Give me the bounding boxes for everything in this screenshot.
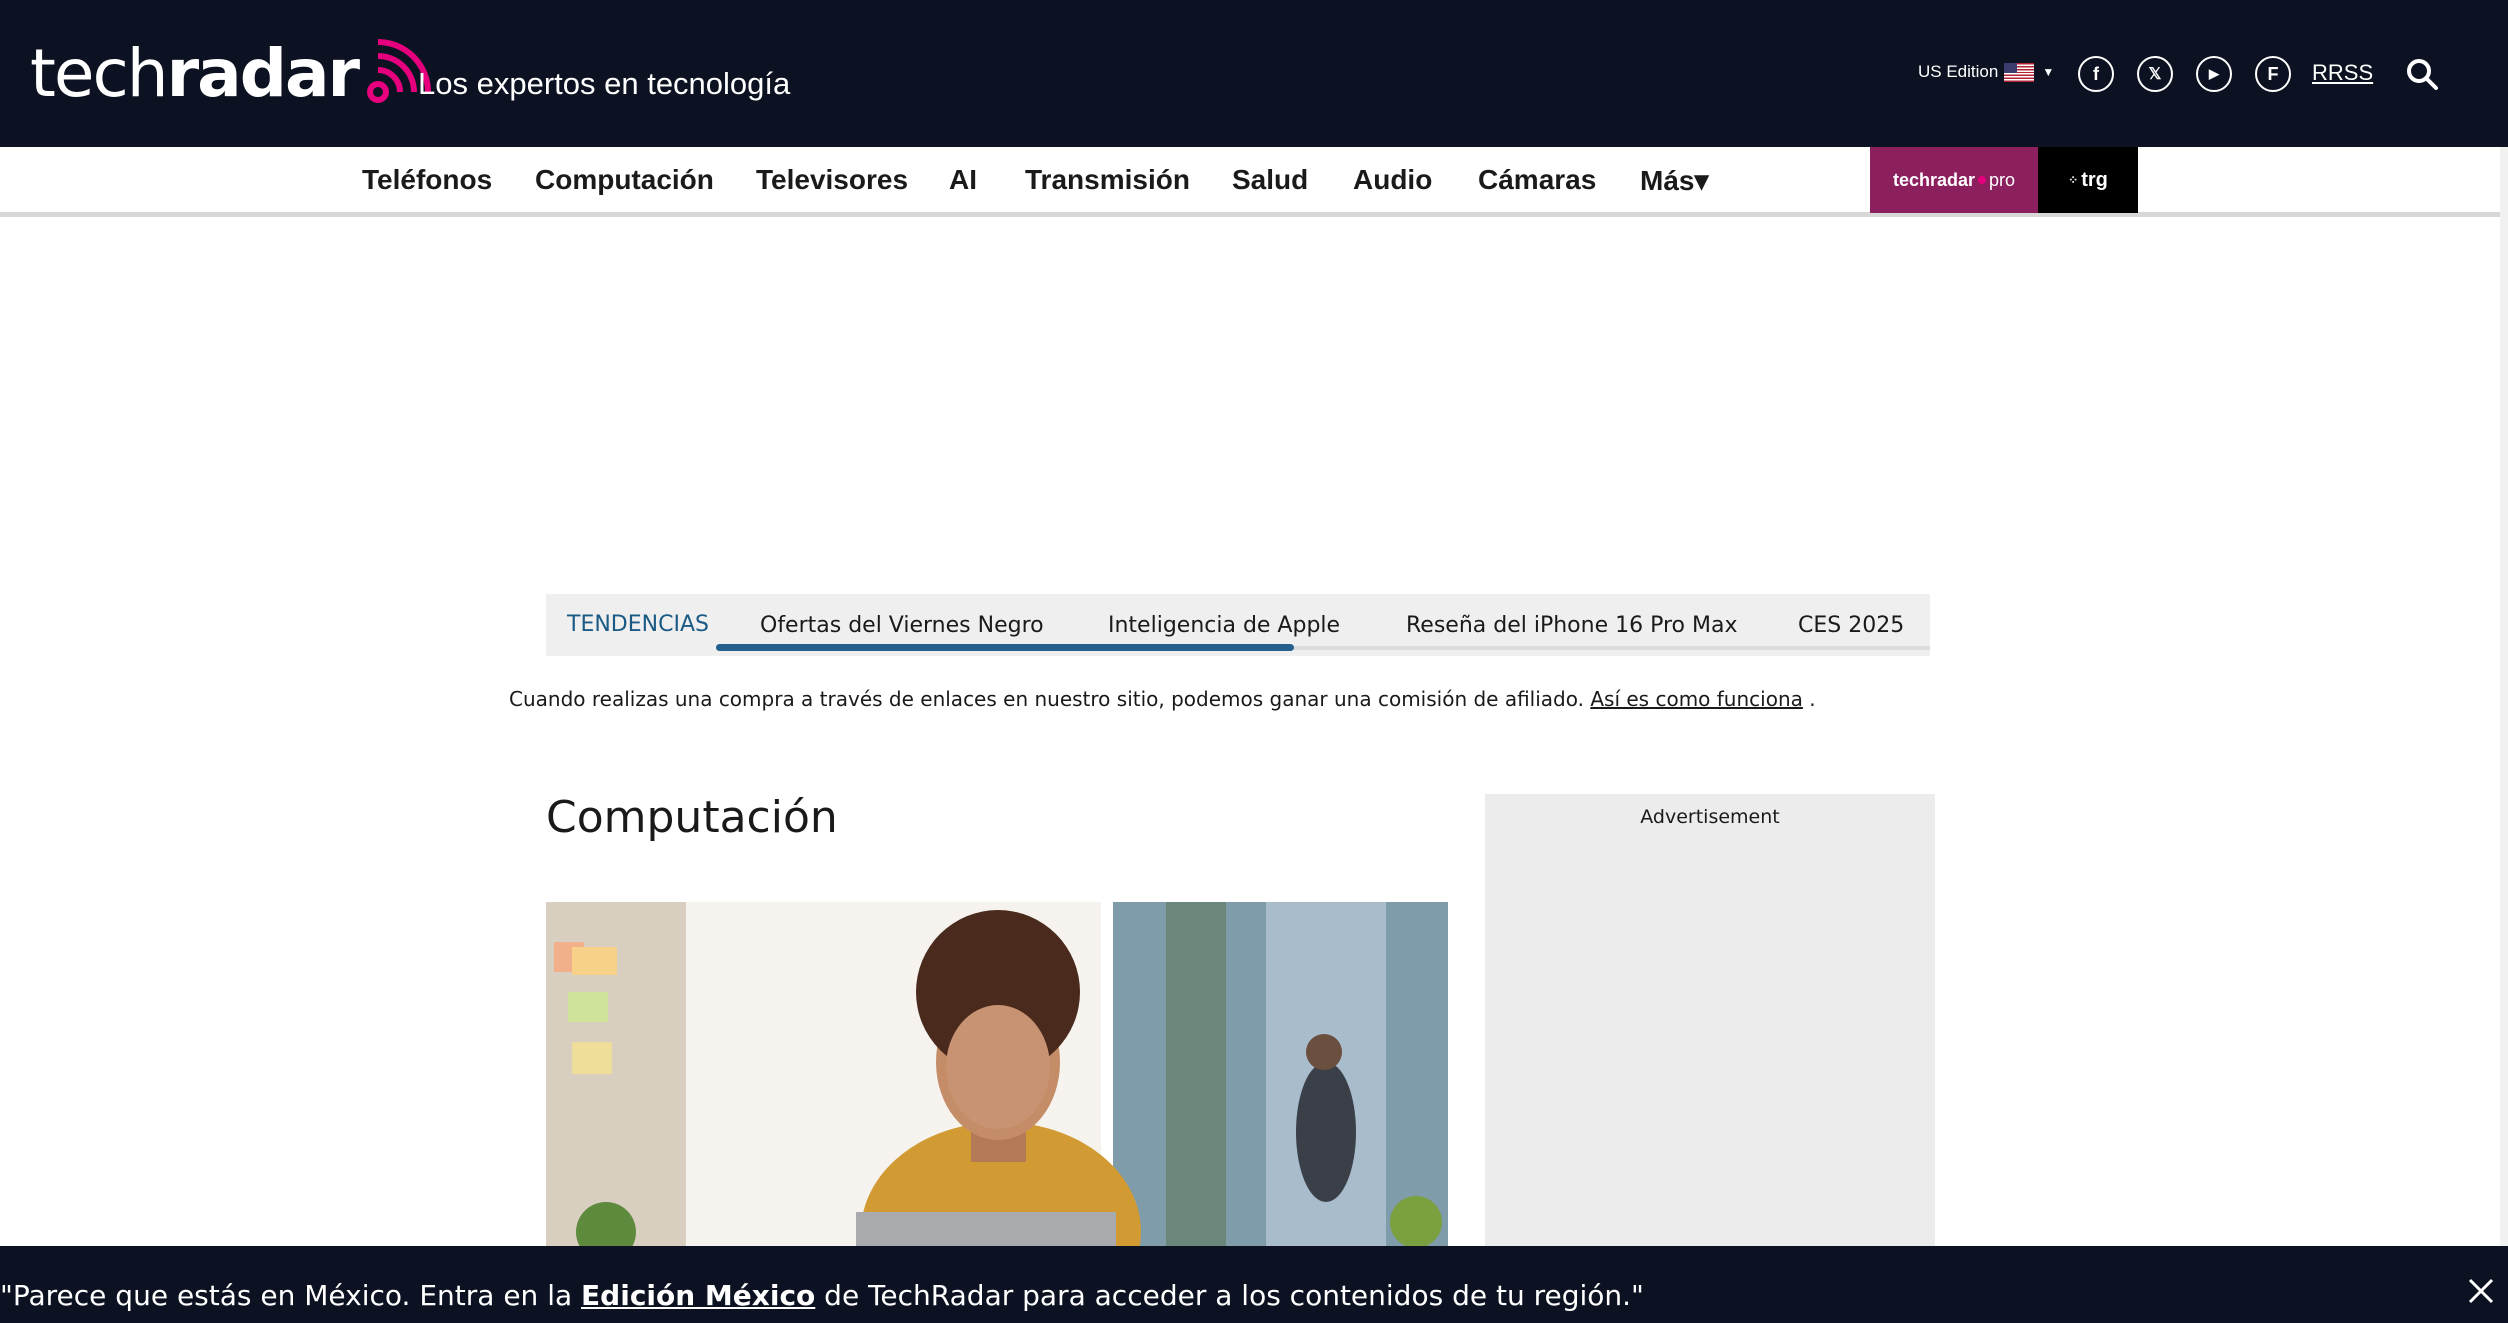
nav-item-audio[interactable]: Audio [1353, 164, 1432, 196]
affiliate-text: Cuando realizas una compra a través de e… [509, 687, 1584, 711]
affiliate-link[interactable]: Así es como funciona [1590, 687, 1803, 711]
pro-dot-icon [1978, 176, 1987, 184]
trending-item[interactable]: Reseña del iPhone 16 Pro Max [1406, 613, 1737, 638]
nav-item-ai[interactable]: AI [949, 164, 977, 196]
main-nav: Teléfonos Computación Televisores AI Tra… [0, 147, 2508, 217]
pro-brand-label: techradar [1892, 169, 1976, 190]
facebook-icon[interactable]: f [2078, 56, 2114, 92]
youtube-icon[interactable]: ▶ [2196, 56, 2232, 92]
affiliate-disclaimer: Cuando realizas una compra a través de e… [509, 687, 1816, 711]
pro-suffix-label: pro [1989, 169, 2016, 190]
logo-text-light: tech [30, 34, 169, 112]
techradar-pro-link[interactable]: techradar pro [1870, 147, 2038, 213]
nav-item-transmision[interactable]: Transmisión [1025, 164, 1190, 196]
trg-label: trg [2081, 168, 2108, 191]
site-header: tech radar Los expertos en tecnología US … [0, 0, 2508, 147]
trg-link[interactable]: ⁘ trg [2038, 147, 2138, 213]
hero-illustration [546, 902, 1448, 1246]
us-flag-icon [2004, 62, 2035, 82]
advertisement-box[interactable]: Advertisement [1485, 794, 1935, 1246]
region-banner-suffix: de TechRadar para acceder a los contenid… [815, 1279, 1644, 1312]
trending-bar: TENDENCIAS Ofertas del Viernes Negro Int… [546, 594, 1930, 656]
nav-item-camaras[interactable]: Cámaras [1478, 164, 1596, 196]
trending-item[interactable]: Inteligencia de Apple [1108, 613, 1340, 638]
chevron-down-icon: ▼ [2042, 65, 2055, 79]
trending-item[interactable]: Ofertas del Viernes Negro [760, 613, 1044, 638]
nav-item-televisores[interactable]: Televisores [756, 164, 908, 196]
techradar-logo[interactable]: tech radar [30, 34, 432, 112]
nav-item-salud[interactable]: Salud [1232, 164, 1308, 196]
hero-image[interactable] [546, 902, 1448, 1246]
region-banner: "Parece que estás en México. Entra en la… [0, 1246, 2508, 1323]
region-banner-text: "Parece que estás en México. Entra en la… [0, 1279, 1644, 1312]
trg-dots-icon: ⁘ [2068, 173, 2079, 187]
page-scrollbar[interactable] [2500, 147, 2508, 1246]
page-title: Computación [546, 792, 838, 843]
nav-item-telefonos[interactable]: Teléfonos [362, 164, 492, 196]
trending-item[interactable]: CES 2025 [1798, 613, 1904, 638]
mexico-edition-link[interactable]: Edición México [581, 1279, 815, 1312]
rss-link[interactable]: RRSS [2312, 60, 2373, 86]
search-icon[interactable] [2404, 56, 2440, 92]
trending-scroll-thumb[interactable] [716, 644, 1294, 651]
logo-text-bold: radar [166, 34, 360, 112]
trending-label: TENDENCIAS [567, 612, 709, 637]
flipboard-icon[interactable]: F [2255, 56, 2291, 92]
edition-label: US Edition [1918, 62, 1999, 81]
nav-item-mas[interactable]: Más▾ [1640, 164, 1709, 197]
x-icon[interactable]: 𝕏 [2137, 56, 2173, 92]
site-tagline: Los expertos en tecnología [418, 66, 791, 101]
affiliate-suffix: . [1809, 687, 1816, 711]
region-banner-prefix: "Parece que estás en México. Entra en la [0, 1279, 582, 1312]
close-icon[interactable] [2466, 1276, 2496, 1306]
nav-item-computacion[interactable]: Computación [535, 164, 714, 196]
edition-selector[interactable]: US Edition ▼ [1918, 62, 2054, 82]
advertisement-label: Advertisement [1640, 806, 1780, 828]
